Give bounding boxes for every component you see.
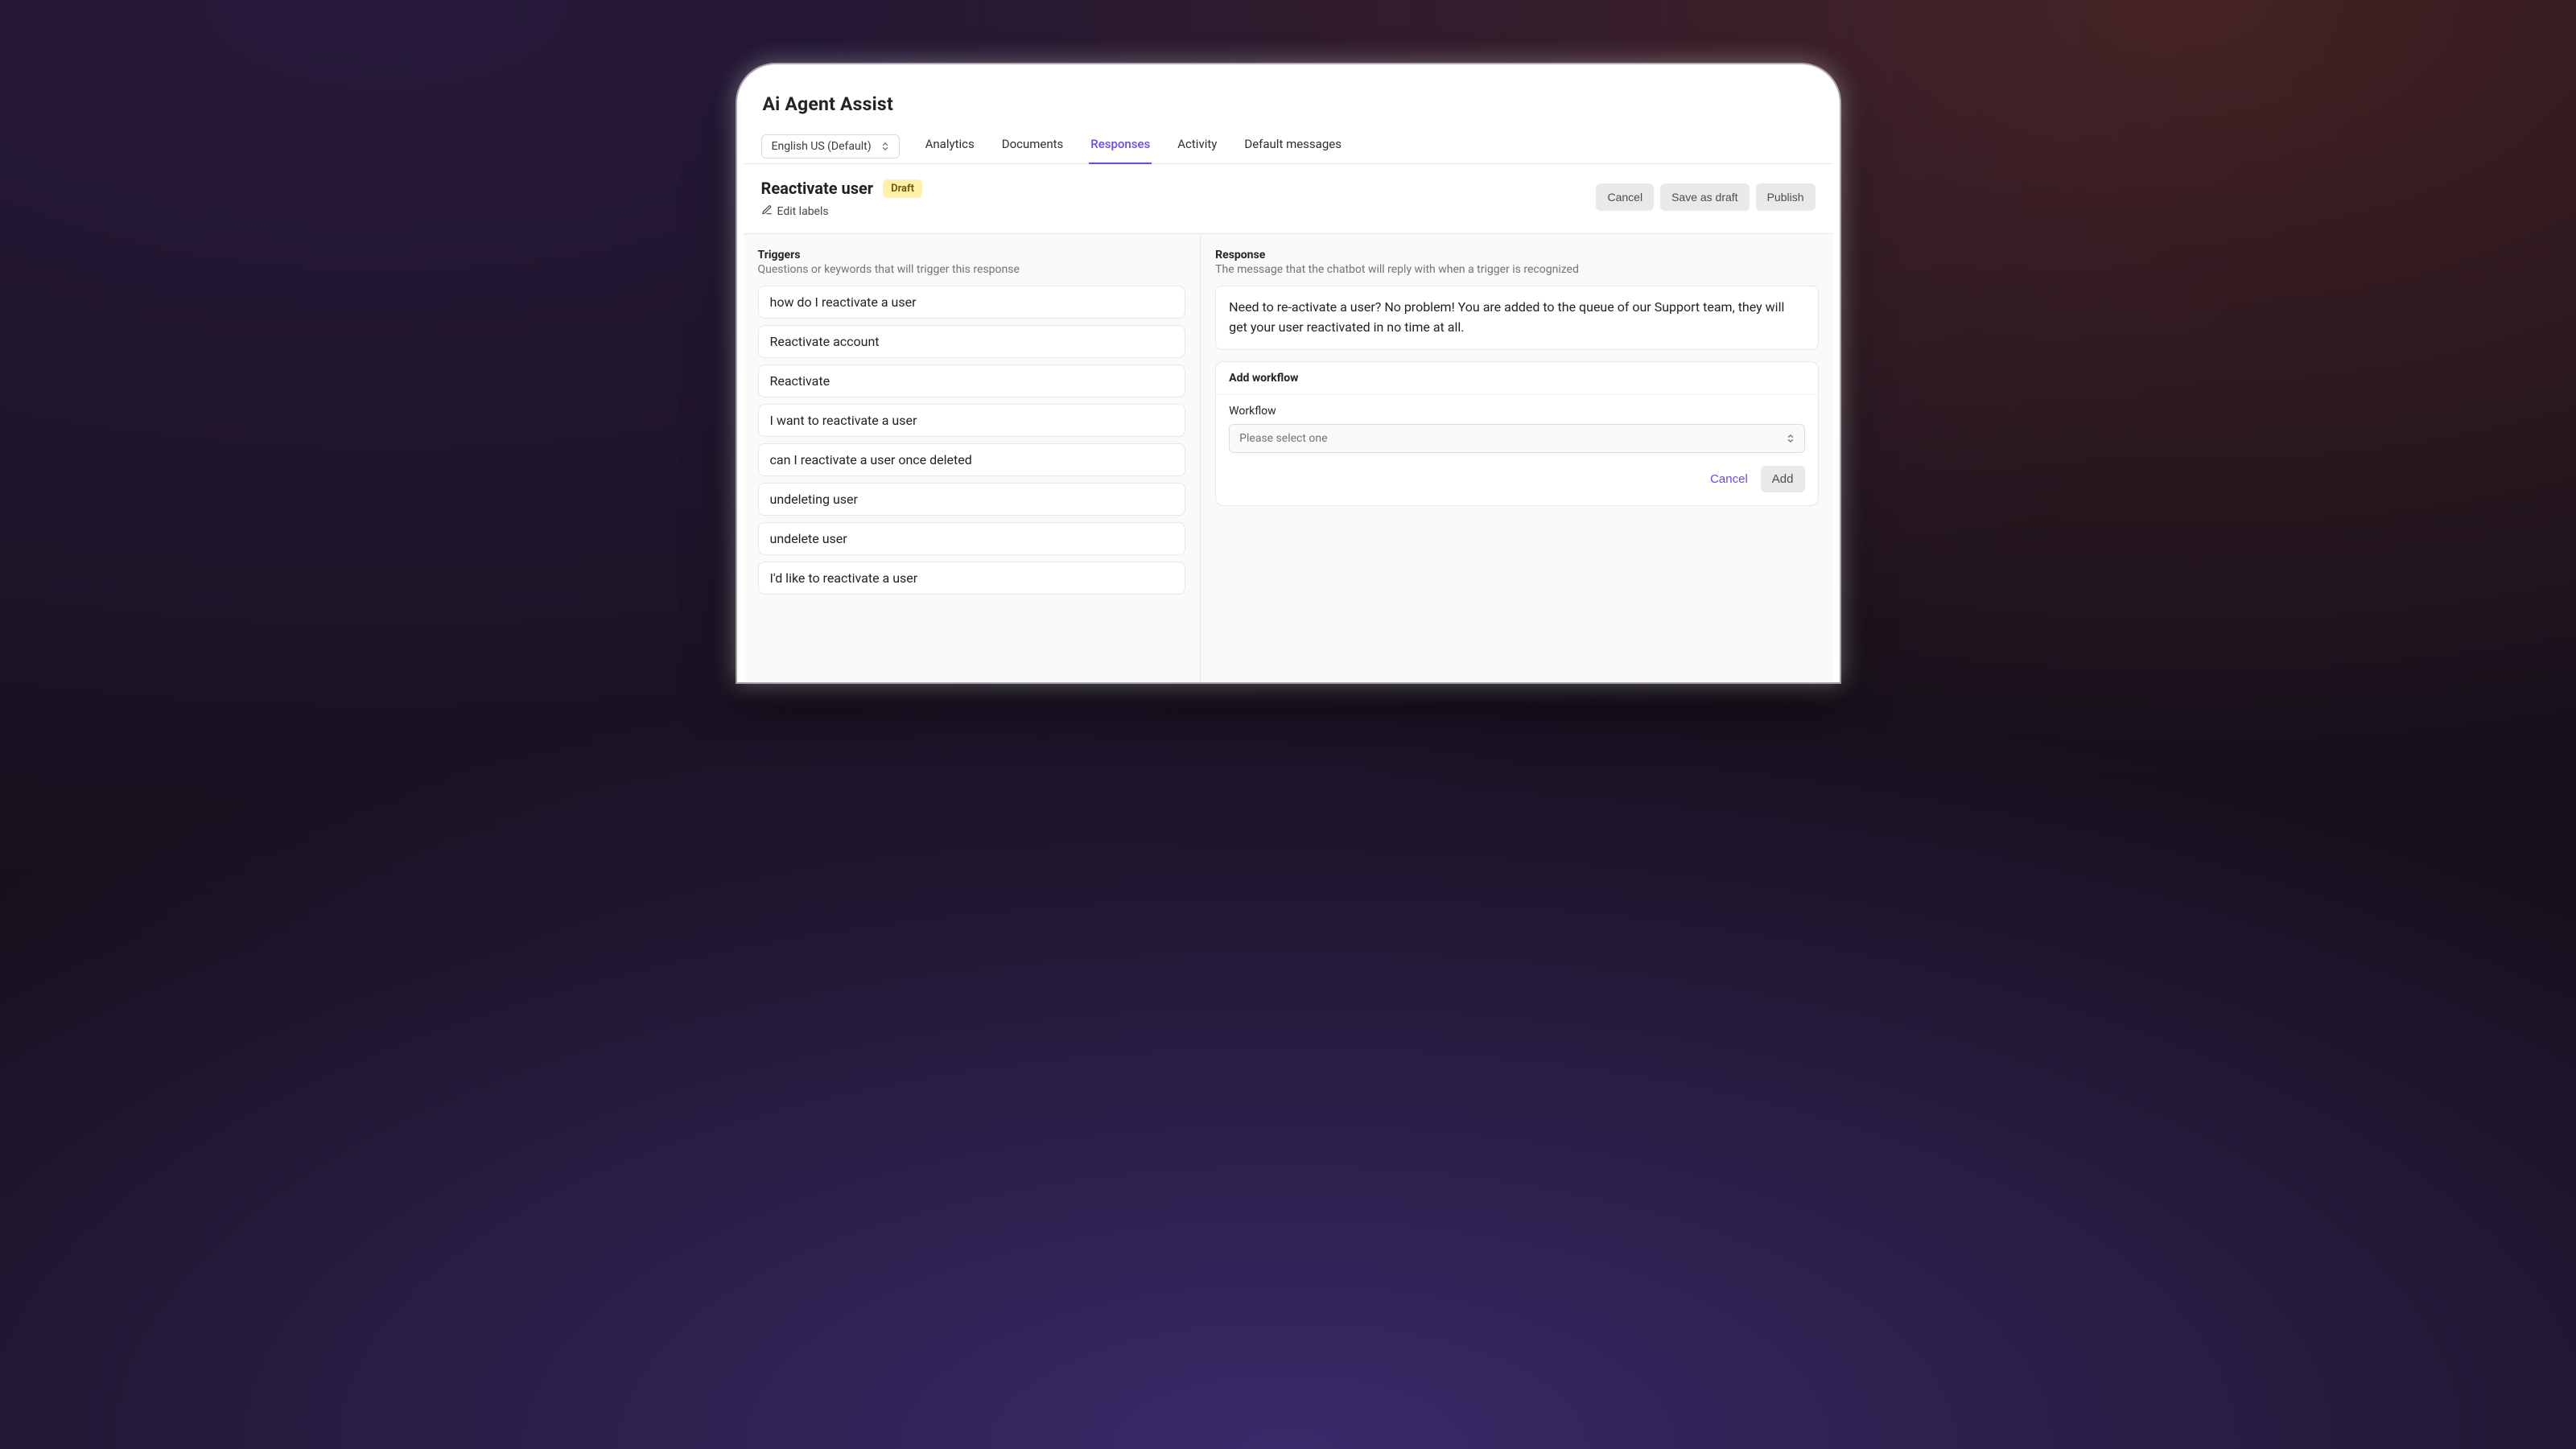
app-title: Ai Agent Assist: [763, 93, 1816, 115]
trigger-item-text: undelete user: [770, 531, 847, 546]
page-actions: Cancel Save as draft Publish: [1596, 179, 1815, 211]
app-header: Ai Agent Assist English US (Default) Ana…: [744, 71, 1833, 163]
chevron-up-down-icon: [1785, 432, 1796, 445]
response-panel: Response The message that the chatbot wi…: [1201, 234, 1832, 682]
status-badge: Draft: [883, 179, 922, 198]
page-title: Reactivate user: [761, 179, 874, 198]
workflow-select-placeholder: Please select one: [1239, 432, 1327, 445]
response-subtitle: The message that the chatbot will reply …: [1215, 263, 1818, 276]
trigger-item-text: how do I reactivate a user: [770, 294, 917, 310]
trigger-item[interactable]: I'd like to reactivate a user: [758, 562, 1186, 595]
trigger-item-text: I want to reactivate a user: [770, 413, 917, 428]
trigger-item[interactable]: undeleting user: [758, 483, 1186, 516]
tab-documents[interactable]: Documents: [1000, 130, 1065, 164]
trigger-item-text: Reactivate account: [770, 334, 880, 349]
page-bar: Reactivate user Draft Edit labels Cancel…: [744, 164, 1833, 234]
page-title-row: Reactivate user Draft: [761, 179, 923, 198]
trigger-item[interactable]: I want to reactivate a user: [758, 404, 1186, 437]
triggers-title: Triggers: [758, 249, 1186, 261]
trigger-item-text: can I reactivate a user once deleted: [770, 452, 972, 467]
workflow-card-actions: Cancel Add: [1229, 466, 1804, 492]
workflow-add-button[interactable]: Add: [1761, 466, 1805, 492]
language-select[interactable]: English US (Default): [761, 134, 900, 158]
trigger-list: how do I reactivate a user Reactivate ac…: [758, 286, 1186, 595]
chevron-up-down-icon: [880, 140, 891, 153]
response-message[interactable]: Need to re-activate a user? No problem! …: [1215, 286, 1818, 350]
trigger-item[interactable]: undelete user: [758, 522, 1186, 555]
trigger-item-text: undeleting user: [770, 492, 858, 507]
page-bar-left: Reactivate user Draft Edit labels: [761, 179, 923, 219]
pencil-icon: [761, 204, 773, 219]
workflow-field-label: Workflow: [1229, 405, 1804, 418]
tab-default-messages[interactable]: Default messages: [1243, 130, 1343, 164]
content: Triggers Questions or keywords that will…: [744, 234, 1833, 682]
cancel-button[interactable]: Cancel: [1596, 183, 1654, 211]
trigger-item[interactable]: Reactivate account: [758, 325, 1186, 358]
language-select-value: English US (Default): [772, 140, 872, 153]
trigger-item[interactable]: how do I reactivate a user: [758, 286, 1186, 319]
trigger-item-text: Reactivate: [770, 373, 831, 389]
app-window: Ai Agent Assist English US (Default) Ana…: [744, 71, 1833, 682]
trigger-item[interactable]: Reactivate: [758, 364, 1186, 397]
tabs: Analytics Documents Responses Activity D…: [924, 130, 1343, 163]
tab-analytics[interactable]: Analytics: [924, 130, 976, 164]
header-controls: English US (Default) Analytics Documents…: [761, 130, 1816, 163]
tab-activity[interactable]: Activity: [1176, 130, 1218, 164]
triggers-panel: Triggers Questions or keywords that will…: [744, 234, 1201, 682]
add-workflow-card: Add workflow Workflow Please select one …: [1215, 361, 1818, 506]
tab-label: Default messages: [1244, 137, 1342, 151]
edit-labels-button[interactable]: Edit labels: [761, 204, 923, 219]
tab-label: Documents: [1002, 137, 1064, 151]
edit-labels-text: Edit labels: [777, 205, 829, 218]
workflow-cancel-button[interactable]: Cancel: [1710, 472, 1748, 486]
response-title: Response: [1215, 249, 1818, 261]
device-frame: Ai Agent Assist English US (Default) Ana…: [737, 64, 1840, 682]
save-as-draft-button[interactable]: Save as draft: [1660, 183, 1750, 211]
publish-button[interactable]: Publish: [1756, 183, 1816, 211]
trigger-item-text: I'd like to reactivate a user: [770, 570, 918, 586]
tab-label: Analytics: [925, 137, 975, 151]
tab-label: Activity: [1177, 137, 1217, 151]
tab-label: Responses: [1090, 137, 1150, 151]
trigger-item[interactable]: can I reactivate a user once deleted: [758, 443, 1186, 476]
workflow-select[interactable]: Please select one: [1229, 424, 1804, 453]
workflow-card-body: Workflow Please select one Cancel Add: [1216, 395, 1817, 505]
tab-responses[interactable]: Responses: [1089, 130, 1152, 164]
triggers-subtitle: Questions or keywords that will trigger …: [758, 263, 1186, 276]
add-workflow-title: Add workflow: [1216, 362, 1817, 395]
